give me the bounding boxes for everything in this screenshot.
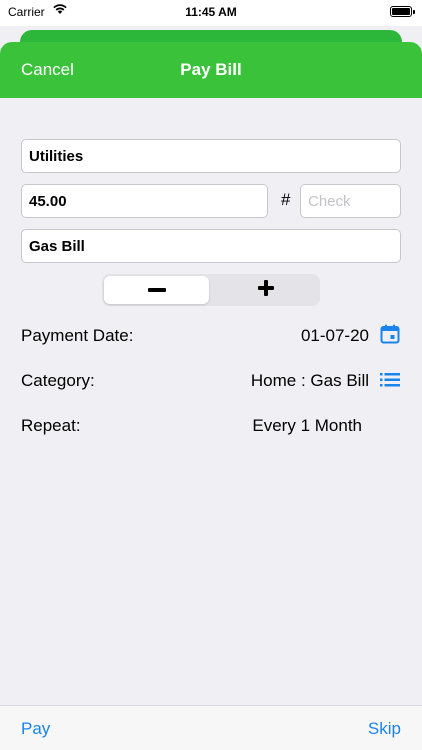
pay-button[interactable]: Pay <box>21 719 50 739</box>
minus-icon <box>147 281 166 299</box>
list-icon[interactable] <box>380 373 400 392</box>
check-number-field[interactable]: Check <box>300 184 401 218</box>
page-title: Pay Bill <box>180 60 242 79</box>
memo-field[interactable]: Gas Bill <box>21 229 401 263</box>
repeat-value[interactable]: Every 1 Month <box>252 416 362 436</box>
minus-button[interactable] <box>104 276 209 304</box>
payee-field[interactable]: Utilities <box>21 139 401 173</box>
category-value[interactable]: Home : Gas Bill <box>251 371 369 391</box>
category-label: Category: <box>21 371 95 390</box>
amount-stepper <box>102 274 320 306</box>
skip-button[interactable]: Skip <box>368 719 401 739</box>
payment-date-value[interactable]: 01-07-20 <box>301 326 369 346</box>
form-content: Utilities 45.00 # Check Gas Bill Payment… <box>0 98 422 705</box>
hash-label: # <box>281 190 291 209</box>
pay-bill-screen: Carrier 11:45 AM Cancel Pay Bill Utiliti… <box>0 0 422 750</box>
repeat-label: Repeat: <box>21 416 81 435</box>
status-time: 11:45 AM <box>185 5 237 19</box>
navigation-bar: Cancel Pay Bill <box>0 42 422 98</box>
plus-icon <box>257 279 274 301</box>
plus-button[interactable] <box>213 276 318 304</box>
amount-field[interactable]: 45.00 <box>21 184 268 218</box>
bottom-toolbar: Pay Skip <box>0 705 422 750</box>
battery-icon <box>390 6 415 17</box>
status-bar: Carrier 11:45 AM <box>0 0 422 26</box>
payment-date-label: Payment Date: <box>21 326 134 345</box>
calendar-icon[interactable] <box>380 324 400 349</box>
